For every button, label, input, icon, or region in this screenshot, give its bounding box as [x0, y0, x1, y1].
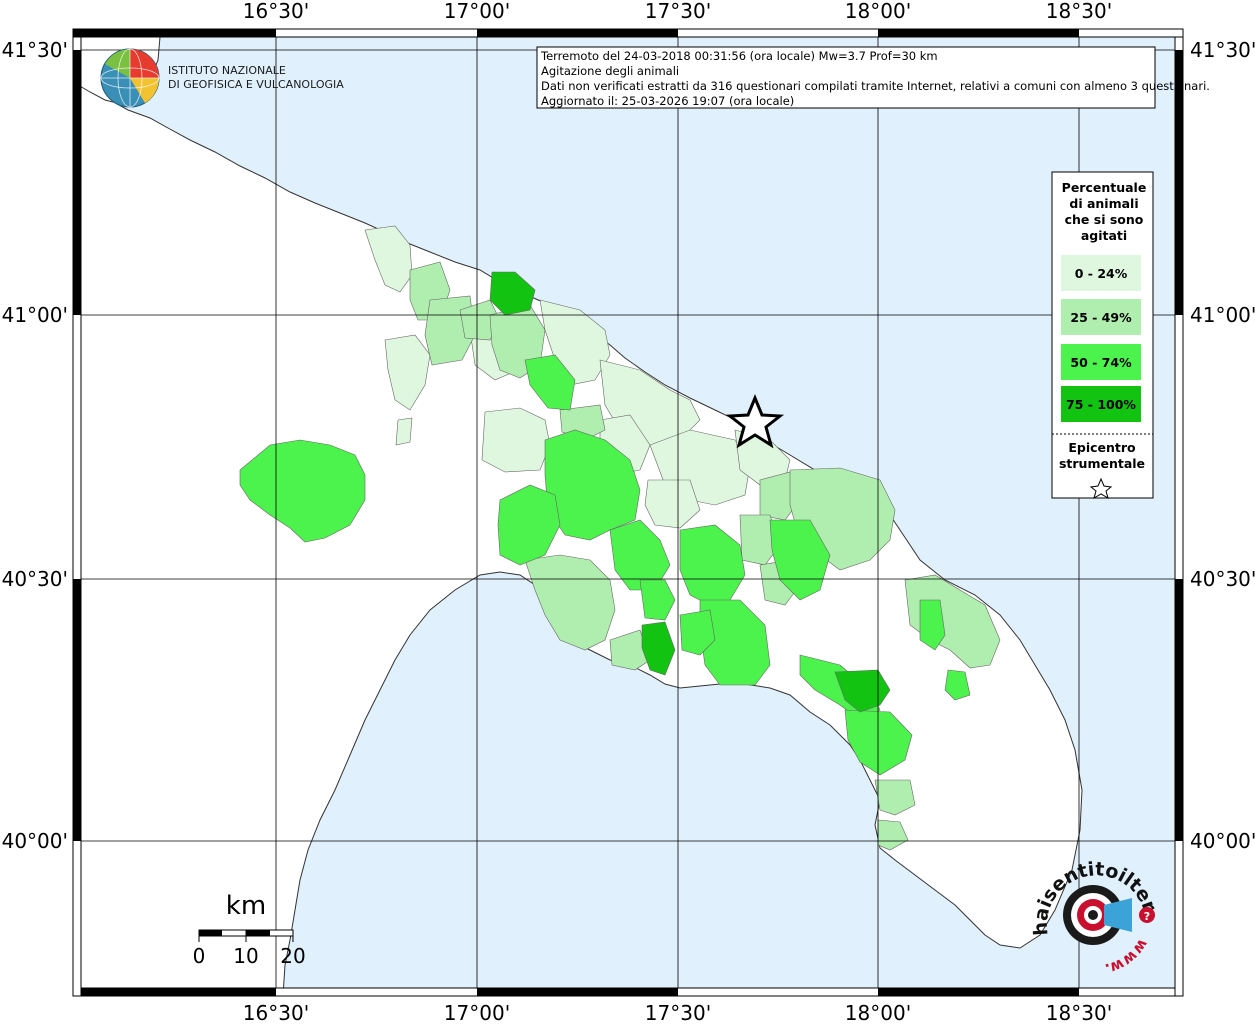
lon-label: 16°30' — [243, 0, 309, 23]
lon-label: 16°30' — [243, 1001, 309, 1024]
ingv-name-line2: DI GEOFISICA E VULCANOLOGIA — [168, 78, 344, 91]
info-line-topic: Agitazione degli animali — [541, 64, 679, 78]
scale-tick: 10 — [233, 944, 258, 968]
lat-label: 41°00' — [1190, 303, 1255, 327]
lon-labels-bottom: 16°30' 17°00' 17°30' 18°00' 18°30' — [243, 1001, 1112, 1024]
info-box: Terremoto del 24-03-2018 00:31:56 (ora l… — [536, 46, 1210, 109]
map: 16°30' 17°00' 17°30' 18°00' 18°30' 16°30… — [0, 0, 1255, 1024]
lon-labels-top: 16°30' 17°00' 17°30' 18°00' 18°30' — [243, 0, 1112, 23]
ingv-name-line1: ISTITUTO NAZIONALE — [168, 64, 286, 77]
legend-title-line: Percentuale — [1062, 180, 1147, 195]
lon-label: 17°30' — [645, 0, 711, 23]
lat-label: 40°00' — [2, 829, 68, 853]
lat-label: 41°30' — [1190, 38, 1255, 62]
lat-label: 41°30' — [2, 38, 68, 62]
legend-epicenter-line: Epicentro — [1068, 440, 1136, 455]
svg-text:?: ? — [1144, 910, 1150, 923]
lat-label: 40°30' — [2, 567, 68, 591]
lon-label: 18°00' — [845, 1001, 911, 1024]
lon-label: 18°30' — [1046, 0, 1112, 23]
legend-title-line: che si sono — [1065, 212, 1144, 227]
info-line-source: Dati non verificati estratti da 316 ques… — [541, 79, 1210, 93]
lon-label: 18°30' — [1046, 1001, 1112, 1024]
lat-label: 40°00' — [1190, 829, 1255, 853]
scale-tick: 0 — [193, 944, 206, 968]
legend-epicenter-line: strumentale — [1059, 456, 1145, 471]
scale-tick: 20 — [280, 944, 305, 968]
info-line-event: Terremoto del 24-03-2018 00:31:56 (ora l… — [540, 49, 938, 63]
lat-labels-left: 41°30' 41°00' 40°30' 40°00' — [2, 38, 68, 853]
legend: Percentuale di animali che si sono agita… — [1051, 171, 1154, 500]
legend-class-label: 50 - 74% — [1070, 355, 1132, 370]
lon-label: 17°30' — [645, 1001, 711, 1024]
lat-label: 40°30' — [1190, 567, 1255, 591]
legend-title-line: agitati — [1081, 228, 1127, 243]
legend-title-line: di animali — [1069, 196, 1138, 211]
scale-unit: km — [226, 891, 266, 921]
lon-label: 18°00' — [845, 0, 911, 23]
legend-class-label: 25 - 49% — [1070, 310, 1132, 325]
legend-class-label: 75 - 100% — [1066, 397, 1136, 412]
lon-label: 17°00' — [444, 1001, 510, 1024]
lon-label: 17°00' — [444, 0, 510, 23]
info-line-updated: Aggiornato il: 25-03-2026 19:07 (ora loc… — [541, 94, 794, 108]
legend-class-label: 0 - 24% — [1075, 266, 1128, 281]
lat-labels-right: 41°30' 41°00' 40°30' 40°00' — [1190, 38, 1255, 853]
lat-label: 41°00' — [2, 303, 68, 327]
